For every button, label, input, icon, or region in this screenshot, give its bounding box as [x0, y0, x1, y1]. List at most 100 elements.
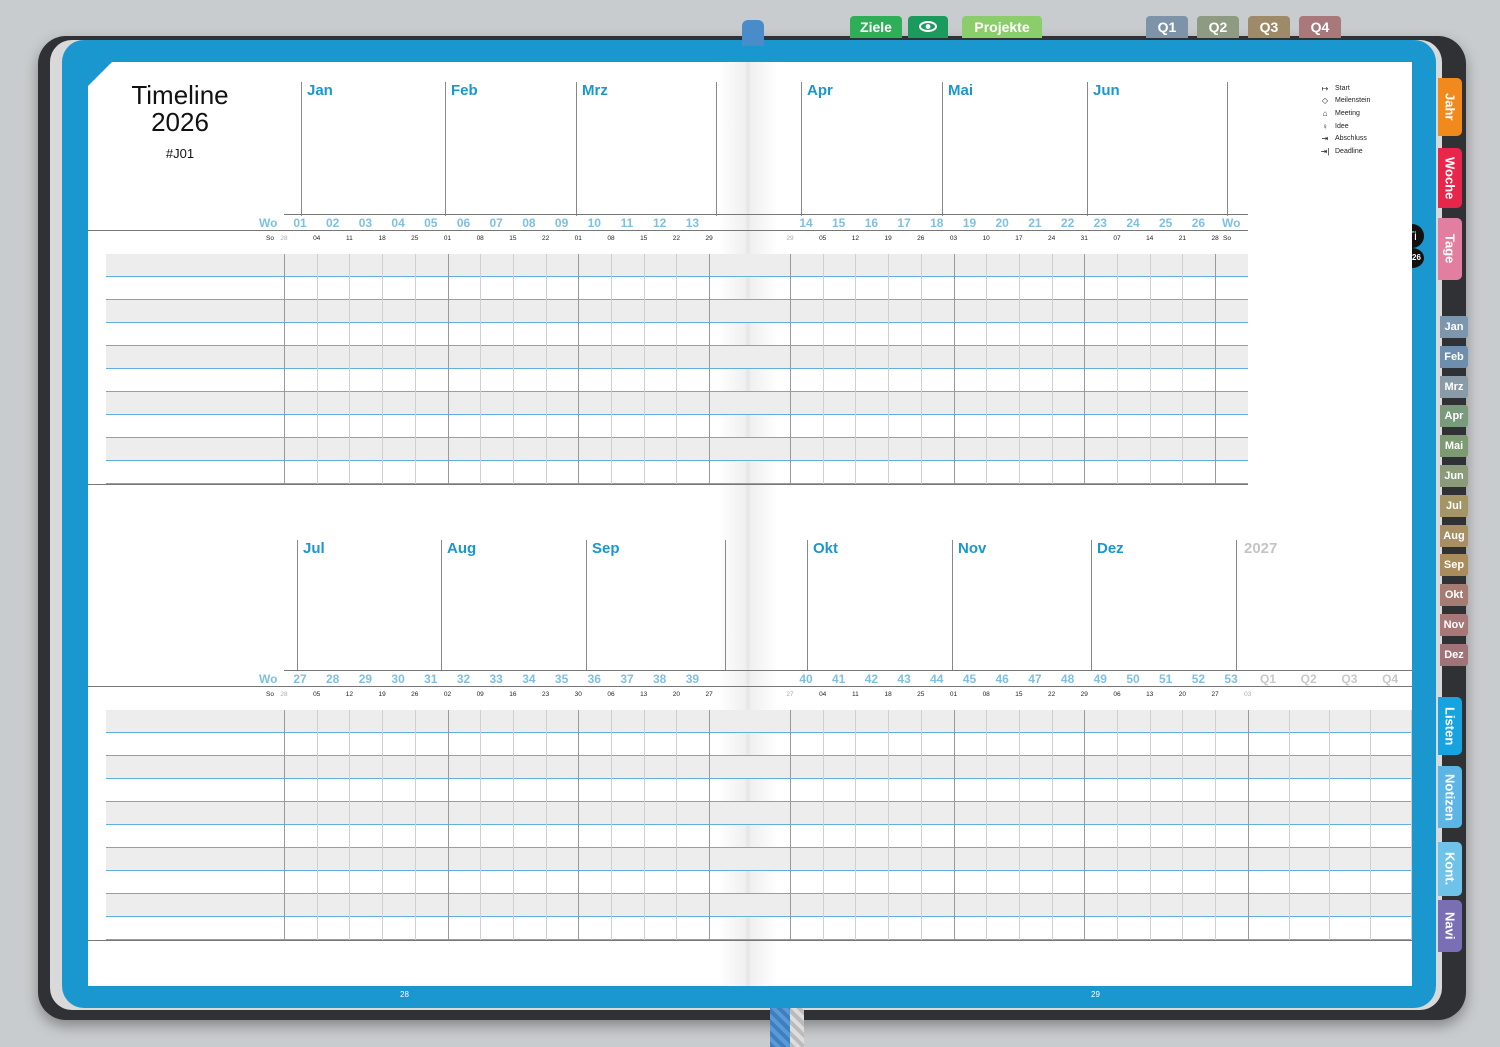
week-number[interactable]: 40 — [790, 672, 822, 686]
week-number[interactable]: 53 — [1215, 672, 1247, 686]
week-number[interactable]: 47 — [1019, 672, 1051, 686]
bookmark-ribbon-top[interactable] — [742, 20, 764, 46]
side-tab-label: Jahr — [1442, 93, 1458, 121]
week-number[interactable]: 41 — [823, 672, 855, 686]
month-tab-mrz[interactable]: Mrz — [1440, 375, 1468, 398]
week-number[interactable]: 17 — [888, 216, 920, 230]
week-number[interactable]: 18 — [921, 216, 953, 230]
month-tab-apr[interactable]: Apr — [1440, 405, 1468, 428]
week-number[interactable]: 25 — [1150, 216, 1182, 230]
timeline-row[interactable] — [106, 917, 1412, 940]
timeline-row[interactable] — [106, 848, 1412, 871]
week-number[interactable]: 27 — [284, 672, 316, 686]
week-number[interactable]: 21 — [1019, 216, 1051, 230]
week-number[interactable]: 38 — [644, 672, 676, 686]
side-tab-tage[interactable]: Tage — [1438, 218, 1462, 280]
month-tab-jun[interactable]: Jun — [1440, 465, 1468, 487]
week-number[interactable]: 19 — [954, 216, 986, 230]
week-number[interactable]: 09 — [546, 216, 578, 230]
timeline-row[interactable] — [106, 894, 1412, 917]
week-number[interactable]: 07 — [480, 216, 512, 230]
timeline-row[interactable] — [106, 756, 1412, 779]
week-number[interactable]: 04 — [382, 216, 414, 230]
month-tab-mai[interactable]: Mai — [1440, 435, 1468, 458]
week-number[interactable]: 10 — [578, 216, 610, 230]
timeline-row[interactable] — [106, 733, 1412, 756]
week-number[interactable]: 23 — [1084, 216, 1116, 230]
week-number[interactable]: 45 — [954, 672, 986, 686]
month-tab-jul[interactable]: Jul — [1440, 494, 1468, 517]
week-number[interactable]: 35 — [546, 672, 578, 686]
week-number[interactable]: 30 — [382, 672, 414, 686]
top-tab-ziele[interactable]: Ziele — [850, 16, 902, 38]
timeline-row[interactable] — [106, 779, 1412, 802]
week-number[interactable]: 06 — [448, 216, 480, 230]
week-number[interactable]: 20 — [986, 216, 1018, 230]
month-tab-sep[interactable]: Sep — [1440, 554, 1468, 577]
sunday-date: 03 — [1244, 691, 1252, 698]
week-number[interactable]: 11 — [611, 216, 643, 230]
side-tab-listen[interactable]: Listen — [1438, 697, 1462, 755]
week-number[interactable]: 22 — [1052, 216, 1084, 230]
bookmark-ribbon-bottom[interactable] — [770, 1008, 792, 1047]
side-tab-kont[interactable]: Kont. — [1438, 842, 1462, 896]
week-number[interactable]: 37 — [611, 672, 643, 686]
week-number[interactable]: 14 — [790, 216, 822, 230]
week-number[interactable]: 46 — [986, 672, 1018, 686]
top-tab-projekte[interactable]: Projekte — [962, 16, 1042, 38]
week-number[interactable]: 48 — [1052, 672, 1084, 686]
sunday-date: 15 — [640, 235, 648, 242]
week-number[interactable]: 51 — [1150, 672, 1182, 686]
week-number[interactable]: 12 — [644, 216, 676, 230]
week-number[interactable]: 33 — [480, 672, 512, 686]
week-number[interactable]: 32 — [448, 672, 480, 686]
timeline-row[interactable] — [106, 825, 1412, 848]
week-number[interactable]: 52 — [1182, 672, 1214, 686]
week-column-line — [822, 710, 824, 940]
sunday-date: 29 — [786, 235, 794, 242]
week-number[interactable]: 28 — [317, 672, 349, 686]
week-number[interactable]: 13 — [676, 216, 708, 230]
month-tab-jan[interactable]: Jan — [1440, 316, 1468, 338]
eye-icon — [919, 19, 937, 35]
top-tab-q1[interactable]: Q1 — [1146, 16, 1188, 38]
timeline-row[interactable] — [106, 871, 1412, 894]
week-number[interactable]: 50 — [1117, 672, 1149, 686]
week-number[interactable]: 16 — [855, 216, 887, 230]
month-tab-feb[interactable]: Feb — [1440, 345, 1468, 368]
week-number[interactable]: 34 — [513, 672, 545, 686]
timeline-row[interactable] — [106, 802, 1412, 825]
week-number[interactable]: 01 — [284, 216, 316, 230]
top-tab-q2[interactable]: Q2 — [1197, 16, 1239, 38]
month-tab-dez[interactable]: Dez — [1440, 643, 1468, 666]
week-number[interactable]: 24 — [1117, 216, 1149, 230]
month-tab-aug[interactable]: Aug — [1440, 524, 1468, 547]
week-number[interactable]: 08 — [513, 216, 545, 230]
legend-label: Meeting — [1335, 109, 1360, 117]
month-tab-nov[interactable]: Nov — [1440, 614, 1468, 636]
week-number[interactable]: 05 — [415, 216, 447, 230]
side-tab-navi[interactable]: Navi — [1438, 900, 1462, 952]
week-number[interactable]: 43 — [888, 672, 920, 686]
week-number[interactable]: 03 — [349, 216, 381, 230]
side-tab-jahr[interactable]: Jahr — [1438, 78, 1462, 136]
week-number[interactable]: 49 — [1084, 672, 1116, 686]
week-number[interactable]: 31 — [415, 672, 447, 686]
week-number[interactable]: 02 — [317, 216, 349, 230]
month-tab-okt[interactable]: Okt — [1440, 584, 1468, 607]
week-number[interactable]: 26 — [1182, 216, 1214, 230]
top-tab-visibility[interactable] — [908, 16, 948, 38]
month-header-line — [441, 540, 442, 671]
week-number[interactable]: 36 — [578, 672, 610, 686]
week-number[interactable]: 39 — [676, 672, 708, 686]
bookmark-ribbon-bottom-2[interactable] — [790, 1008, 804, 1047]
week-number[interactable]: 44 — [921, 672, 953, 686]
timeline-row[interactable] — [106, 710, 1412, 733]
week-number[interactable]: 29 — [349, 672, 381, 686]
side-tab-notizen[interactable]: Notizen — [1438, 766, 1462, 828]
top-tab-q4[interactable]: Q4 — [1299, 16, 1341, 38]
side-tab-woche[interactable]: Woche — [1438, 148, 1462, 208]
top-tab-q3[interactable]: Q3 — [1248, 16, 1290, 38]
week-number[interactable]: 15 — [823, 216, 855, 230]
week-number[interactable]: 42 — [855, 672, 887, 686]
